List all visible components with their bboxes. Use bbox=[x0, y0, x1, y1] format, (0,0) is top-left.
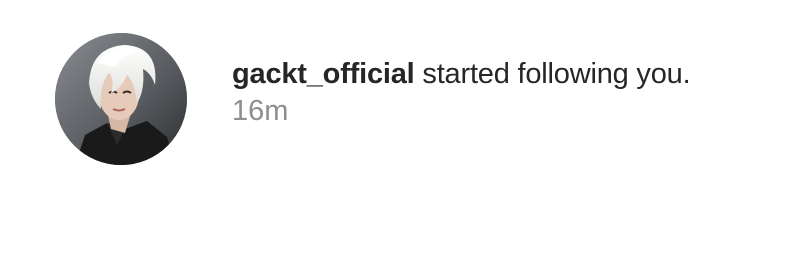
notification-text: gackt_official started following you. 16… bbox=[232, 56, 782, 128]
username-link[interactable]: gackt_official bbox=[232, 58, 415, 90]
follow-notification[interactable]: gackt_official started following you. 16… bbox=[0, 0, 793, 200]
profile-avatar[interactable] bbox=[55, 33, 187, 165]
action-text: started following you. bbox=[414, 58, 691, 90]
timestamp: 16m bbox=[232, 95, 289, 127]
notification-message: gackt_official started following you. bbox=[232, 56, 782, 92]
profile-photo-icon bbox=[55, 33, 187, 165]
